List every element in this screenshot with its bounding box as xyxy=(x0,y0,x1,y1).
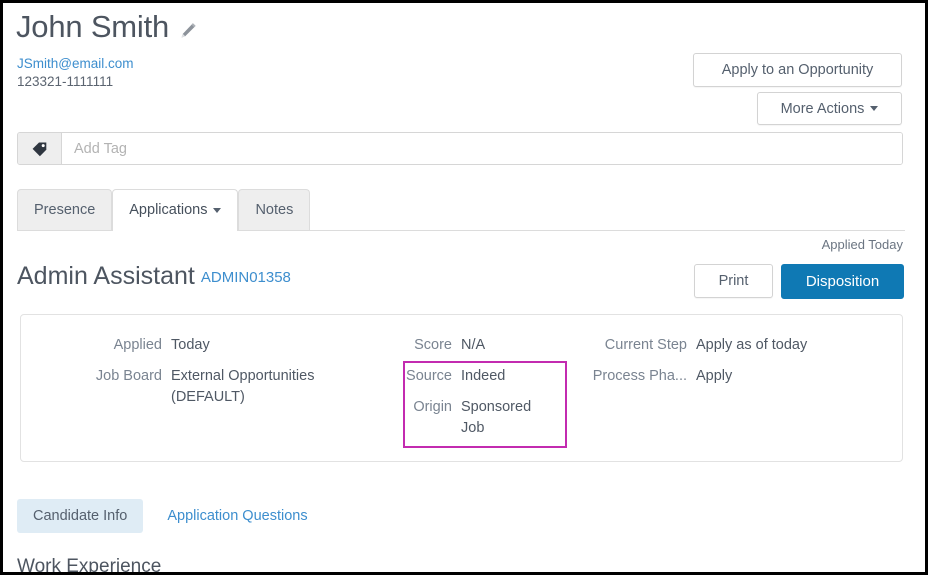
candidate-name-line: John Smith xyxy=(16,7,906,47)
detail-column-3: Current Step Apply as of today Process P… xyxy=(566,335,886,449)
candidate-header: John Smith JSmith@email.com 123321-11111… xyxy=(16,7,906,89)
detail-row-applied: Applied Today xyxy=(21,335,381,356)
tag-bar xyxy=(17,132,903,165)
detail-columns: Applied Today Job Board External Opportu… xyxy=(21,335,902,449)
applied-status: Applied Today xyxy=(821,237,903,252)
tab-notes[interactable]: Notes xyxy=(238,189,311,230)
detail-value: Apply xyxy=(696,368,733,384)
detail-label: Origin xyxy=(413,399,452,415)
candidate-phone: 123321-1111111 xyxy=(17,74,114,89)
application-detail-panel: Applied Today Job Board External Opportu… xyxy=(20,314,903,462)
detail-row-job-board: Job Board External Opportunities (DEFAUL… xyxy=(21,366,381,408)
more-actions-button[interactable]: More Actions xyxy=(757,92,902,125)
detail-label: Source xyxy=(406,368,452,384)
screenshot-frame: John Smith JSmith@email.com 123321-11111… xyxy=(0,0,928,575)
detail-label: Job Board xyxy=(95,368,162,384)
apply-to-opportunity-button[interactable]: Apply to an Opportunity xyxy=(693,53,902,87)
pencil-icon[interactable] xyxy=(179,21,198,40)
detail-value: N/A xyxy=(461,337,486,353)
main-tabs: Presence Applications Notes xyxy=(17,189,905,231)
job-title-text: Admin Assistant xyxy=(17,262,195,290)
candidate-subtabs: Candidate Info Application Questions xyxy=(17,499,324,533)
detail-column-1: Applied Today Job Board External Opportu… xyxy=(21,335,381,449)
subtab-candidate-info[interactable]: Candidate Info xyxy=(17,499,144,533)
disposition-button[interactable]: Disposition xyxy=(781,264,904,299)
detail-column-2: Score N/A Source Indeed Origin Sponsored… xyxy=(381,335,566,449)
detail-value: Sponsored Job xyxy=(461,399,532,436)
work-experience-heading: Work Experience xyxy=(17,556,162,572)
add-tag-input[interactable] xyxy=(62,133,902,164)
detail-label: Applied xyxy=(113,337,162,353)
print-button[interactable]: Print xyxy=(694,264,773,298)
detail-value: Indeed xyxy=(461,368,506,384)
application-title-row: Admin Assistant ADMIN01358 Print Disposit… xyxy=(17,259,905,305)
job-title: Admin Assistant ADMIN01358 xyxy=(17,259,291,295)
tab-notes-label: Notes xyxy=(255,202,294,218)
candidate-profile-page: John Smith JSmith@email.com 123321-11111… xyxy=(3,3,925,572)
detail-row-source: Source Indeed xyxy=(381,366,566,387)
detail-value: Today xyxy=(171,337,210,353)
detail-value: External Opportunities (DEFAULT) xyxy=(171,368,315,405)
detail-row-origin: Origin Sponsored Job xyxy=(381,397,566,439)
tab-presence-label: Presence xyxy=(34,202,96,218)
detail-value: Apply as of today xyxy=(696,337,808,353)
tab-applications-label: Applications xyxy=(129,202,208,218)
detail-label: Process Pha... xyxy=(592,368,687,384)
tab-presence[interactable]: Presence xyxy=(17,189,113,230)
detail-label: Score xyxy=(414,337,452,353)
page-title: John Smith xyxy=(16,9,170,44)
candidate-email-link[interactable]: JSmith@email.com xyxy=(17,56,133,72)
tag-icon[interactable] xyxy=(18,133,62,164)
detail-row-current-step: Current Step Apply as of today xyxy=(566,335,886,356)
tab-applications[interactable]: Applications xyxy=(112,189,239,231)
subtab-application-questions[interactable]: Application Questions xyxy=(151,499,323,533)
chevron-down-icon xyxy=(213,207,222,213)
detail-label: Current Step xyxy=(604,337,687,353)
detail-row-process-phase: Process Pha... Apply xyxy=(566,366,886,387)
chevron-down-icon xyxy=(870,106,879,111)
more-actions-label: More Actions xyxy=(780,100,865,117)
requisition-id-link[interactable]: ADMIN01358 xyxy=(201,269,291,286)
detail-row-score: Score N/A xyxy=(381,335,566,356)
